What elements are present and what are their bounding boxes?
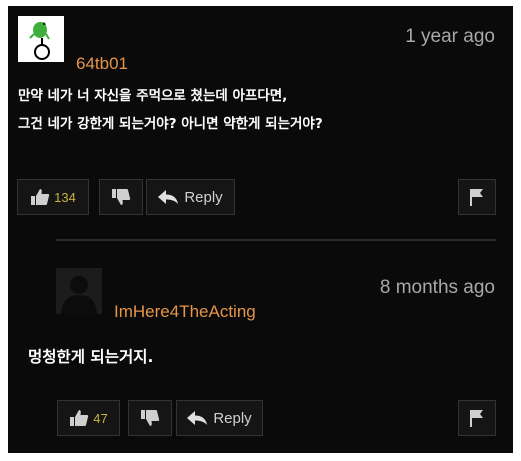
comment-text-line: 만약 네가 너 자신을 주먹으로 쳤는데 아프다면, — [18, 88, 288, 104]
comment-username[interactable]: 64tb01 — [76, 54, 128, 74]
flag-button[interactable] — [458, 179, 496, 215]
like-button[interactable]: 47 — [57, 400, 120, 436]
reply-label: Reply — [213, 409, 252, 427]
thumbs-down-icon — [112, 189, 131, 205]
comment-timestamp: 1 year ago — [405, 26, 495, 47]
flag-icon — [470, 189, 483, 206]
frog-on-unicycle-icon — [29, 22, 50, 60]
reply-arrow-icon — [158, 190, 179, 204]
thumbs-up-icon — [31, 189, 50, 205]
reply-arrow-icon — [187, 411, 208, 425]
flag-icon — [470, 410, 483, 427]
thumbs-up-icon — [70, 410, 89, 426]
comment-text: 멍청한게 되는거지. — [28, 343, 153, 371]
reply-label: Reply — [184, 188, 223, 206]
comment-text: 만약 네가 너 자신을 주먹으로 쳤는데 아프다면, 그건 네가 강한게 되는거… — [18, 82, 323, 138]
reply-button[interactable]: Reply — [146, 179, 235, 215]
comment-timestamp: 8 months ago — [379, 277, 495, 298]
default-user-icon — [56, 268, 102, 314]
thumbs-down-icon — [141, 410, 160, 426]
dislike-button[interactable] — [99, 179, 143, 215]
avatar[interactable] — [18, 16, 64, 62]
comment-text-line: 그건 네가 강한게 되는거야? 아니면 약한게 되는거야? — [18, 116, 323, 132]
comment-username[interactable]: ImHere4TheActing — [114, 302, 256, 322]
reply-button[interactable]: Reply — [176, 400, 263, 436]
like-button[interactable]: 134 — [17, 179, 89, 215]
reply-divider — [56, 239, 496, 241]
comment-text-line: 멍청한게 되는거지. — [28, 348, 154, 366]
comment-thread: 64tb01 1 year ago 만약 네가 너 자신을 주먹으로 쳤는데 아… — [8, 6, 513, 453]
dislike-button[interactable] — [128, 400, 172, 436]
like-count: 47 — [93, 410, 108, 426]
flag-button[interactable] — [458, 400, 496, 436]
avatar[interactable] — [56, 268, 102, 314]
like-count: 134 — [54, 189, 76, 205]
